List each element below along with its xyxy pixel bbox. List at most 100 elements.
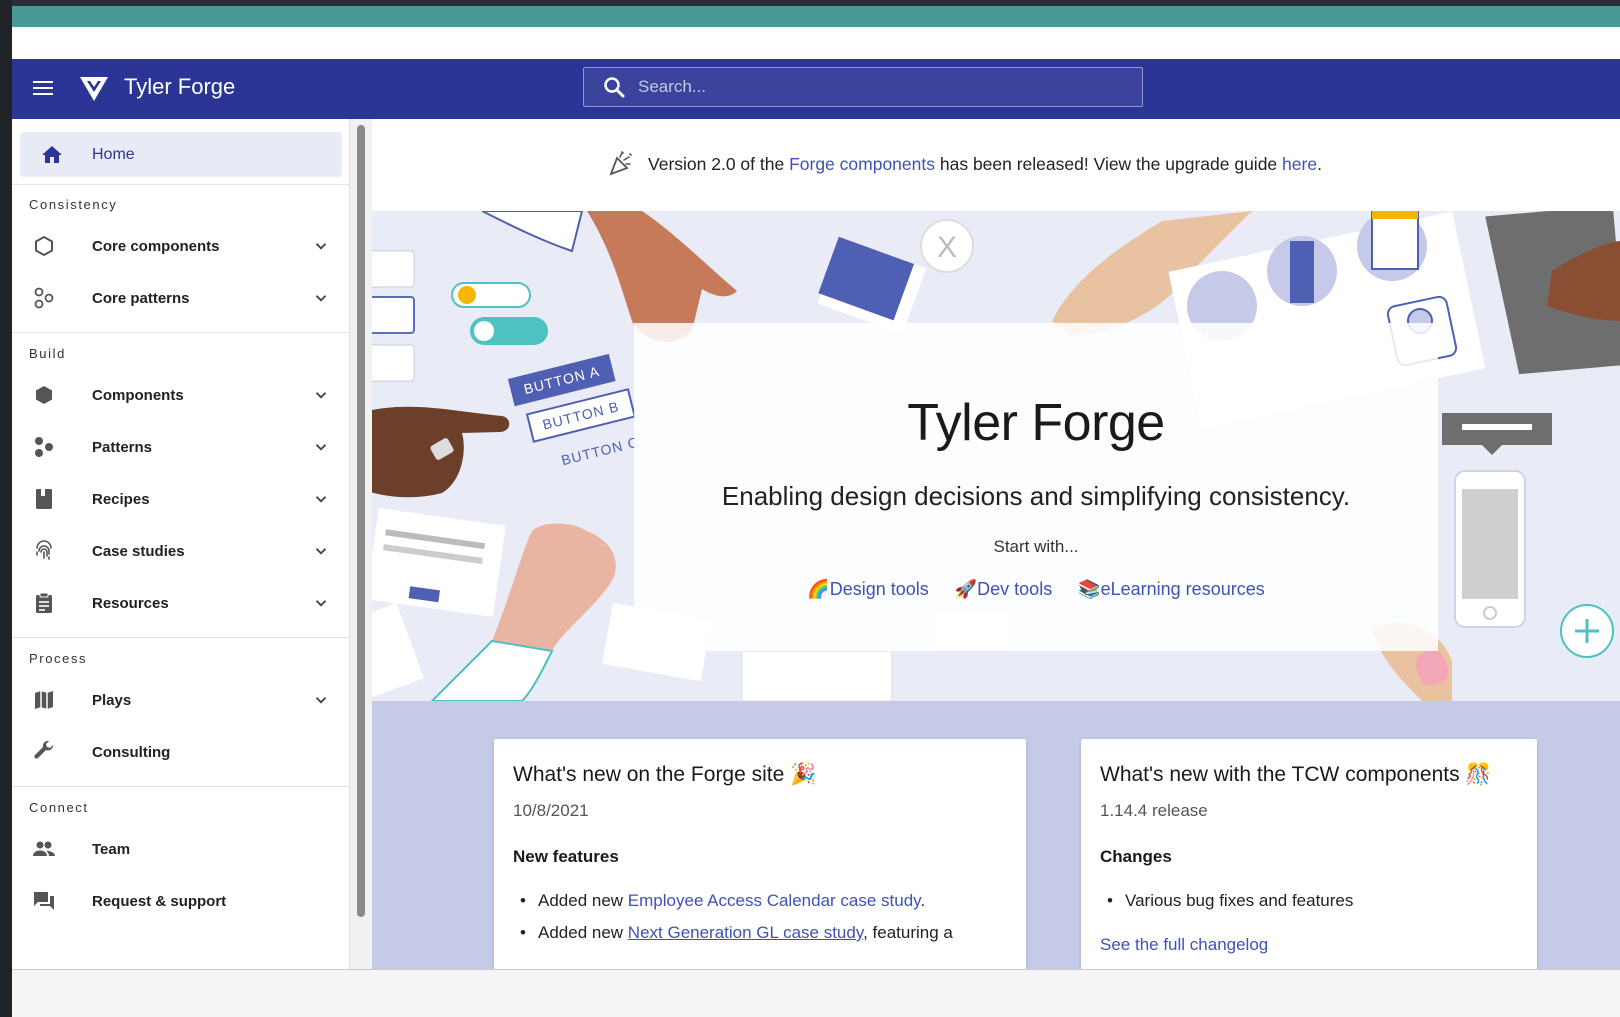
sidebar-item-label: Team [92, 840, 131, 858]
hexagon-outline-icon [35, 235, 53, 257]
shapes-outline-icon [34, 287, 54, 309]
divider [12, 332, 349, 333]
elearning-resources-link[interactable]: 📚eLearning resources [1078, 579, 1265, 600]
sidebar-item-label: Patterns [92, 438, 153, 456]
banner-middle: has been released! View the upgrade guid… [935, 154, 1283, 174]
divider [12, 184, 349, 185]
chevron-down-icon[interactable] [312, 386, 330, 404]
sidebar-item-label: Core components [92, 237, 220, 255]
banner-suffix: . [1317, 154, 1322, 174]
illustration-close-x: X [937, 231, 957, 264]
chevron-down-icon[interactable] [312, 542, 330, 560]
hero-title: Tyler Forge [907, 394, 1165, 452]
dev-tools-link[interactable]: 🚀Dev tools [955, 579, 1052, 600]
party-popper-icon [609, 151, 632, 176]
sidebar-item-label: Resources [92, 594, 169, 612]
sidebar-item-label: Consulting [92, 743, 171, 761]
sidebar-item-resources[interactable]: Resources [12, 578, 349, 628]
card-heading: New features [513, 847, 619, 866]
section-title-process: Process [29, 651, 88, 666]
changes-list: Various bug fixes and features [1107, 891, 1353, 923]
chevron-down-icon[interactable] [312, 289, 330, 307]
sidebar-item-plays[interactable]: Plays [12, 675, 349, 725]
section-title-connect: Connect [29, 800, 89, 815]
card-release: 1.14.4 release [1100, 801, 1208, 820]
changelog-link[interactable]: See the full changelog [1100, 935, 1268, 955]
sidebar-item-label: Request & support [92, 892, 227, 910]
chevron-down-icon[interactable] [312, 438, 330, 456]
sidebar-item-team[interactable]: Team [12, 824, 349, 874]
fingerprint-icon [36, 540, 52, 560]
scrollbar-thumb[interactable] [357, 125, 365, 917]
item-text: Added new [538, 891, 628, 910]
news-section: What's new on the Forge site 🎉 10/8/2021… [372, 701, 1620, 969]
next-gen-gl-case-study-link[interactable]: Next Generation GL case study [628, 923, 863, 942]
search-input[interactable] [638, 77, 1118, 97]
sidebar-item-core-patterns[interactable]: Core patterns [12, 273, 349, 323]
sidebar-item-components[interactable]: Components [12, 370, 349, 420]
desktop-bottom [12, 969, 1620, 1017]
hero-start-label: Start with... [993, 537, 1079, 556]
search-icon [604, 77, 625, 98]
sidebar-item-consulting[interactable]: Consulting [12, 727, 349, 777]
section-title-consistency: Consistency [29, 197, 118, 212]
shapes-icon [35, 437, 53, 457]
sidebar-scrollbar[interactable] [350, 119, 372, 969]
hero-tagline: Enabling design decisions and simplifyin… [721, 481, 1351, 511]
sidebar-item-patterns[interactable]: Patterns [12, 422, 349, 472]
chevron-down-icon[interactable] [312, 691, 330, 709]
main-content: Version 2.0 of the Forge components has … [372, 119, 1620, 969]
card-heading: Changes [1100, 847, 1172, 866]
wrench-icon [34, 740, 54, 759]
card-title: What's new with the TCW components 🎊 [1100, 763, 1492, 786]
sidebar-item-label: Plays [92, 691, 132, 709]
tyler-logo-icon[interactable] [78, 73, 110, 105]
banner-prefix: Version 2.0 of the [648, 154, 790, 174]
chevron-down-icon[interactable] [312, 237, 330, 255]
design-tools-link[interactable]: 🌈Design tools [807, 579, 928, 600]
card-title: What's new on the Forge site 🎉 [513, 763, 817, 786]
app-title[interactable]: Tyler Forge [124, 74, 235, 100]
forum-icon [34, 892, 54, 910]
section-title-build: Build [29, 346, 66, 361]
home-icon [42, 145, 62, 163]
feature-list: Added new Employee Access Calendar case … [520, 891, 953, 955]
illustration-button-c: BUTTON C [560, 434, 641, 469]
book-icon [36, 489, 52, 509]
app-window: Tyler Forge Home Consistency Core compon… [12, 59, 1620, 969]
divider [12, 637, 349, 638]
chevron-down-icon[interactable] [312, 594, 330, 612]
map-icon [35, 691, 53, 709]
sidebar-item-home[interactable]: Home [20, 132, 342, 177]
sidebar-item-label: Case studies [92, 542, 185, 560]
menu-icon[interactable] [30, 77, 56, 101]
sidebar-item-label: Core patterns [92, 289, 190, 307]
sidebar-item-core-components[interactable]: Core components [12, 221, 349, 271]
forge-components-link[interactable]: Forge components [789, 154, 935, 174]
banner-text: Version 2.0 of the Forge components has … [648, 154, 1322, 175]
people-icon [33, 841, 55, 856]
sidebar-item-label: Home [92, 145, 135, 163]
divider [12, 786, 349, 787]
search-box[interactable] [583, 67, 1143, 107]
forge-site-news-card: What's new on the Forge site 🎉 10/8/2021… [494, 739, 1026, 969]
hexagon-icon [36, 386, 52, 404]
item-text: Added new [538, 923, 628, 942]
item-text: . [920, 891, 926, 910]
chevron-down-icon[interactable] [312, 490, 330, 508]
employee-access-case-study-link[interactable]: Employee Access Calendar case study [628, 891, 921, 910]
upgrade-guide-link[interactable]: here [1282, 154, 1317, 174]
hero-card: Tyler Forge Enabling design decisions an… [634, 323, 1438, 651]
sidebar-item-case-studies[interactable]: Case studies [12, 526, 349, 576]
sidebar-item-request-support[interactable]: Request & support [12, 876, 349, 926]
clipboard-icon [36, 592, 52, 613]
card-date: 10/8/2021 [513, 801, 589, 820]
window-bezel [0, 0, 12, 1017]
browser-top-bar [12, 6, 1620, 27]
browser-toolbar [12, 27, 1620, 59]
tcw-components-news-card: What's new with the TCW components 🎊 1.1… [1081, 739, 1537, 969]
sidebar-item-recipes[interactable]: Recipes [12, 474, 349, 524]
list-item: Various bug fixes and features [1107, 891, 1353, 911]
sidebar-item-label: Recipes [92, 490, 150, 508]
sidebar-item-label: Components [92, 386, 184, 404]
